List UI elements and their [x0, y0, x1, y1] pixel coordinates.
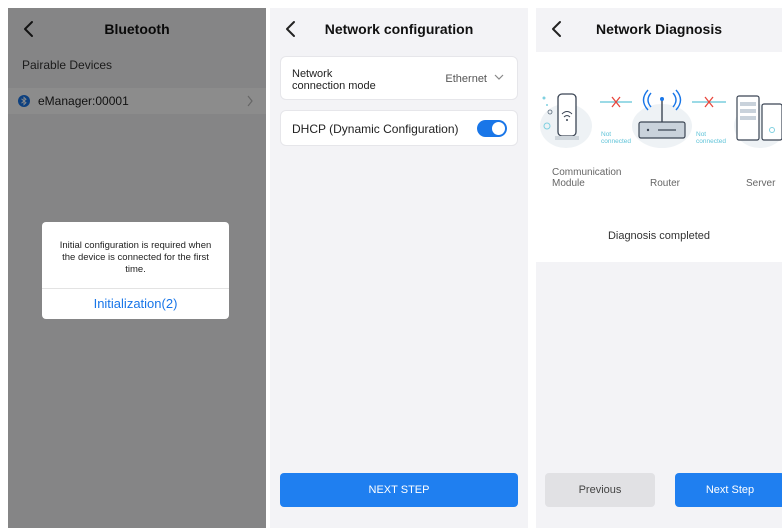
- network-configuration-screen: Network configuration Network connection…: [270, 8, 528, 528]
- topology-diagram: [540, 89, 782, 148]
- back-chevron-icon[interactable]: [546, 17, 568, 41]
- next-step-button[interactable]: NEXT STEP: [280, 473, 518, 507]
- node-label-router: Router: [650, 178, 681, 189]
- dhcp-row: DHCP (Dynamic Configuration): [280, 110, 518, 146]
- dialog-message: Initial configuration is required when t…: [59, 240, 212, 275]
- next-step-button[interactable]: Next Step: [675, 473, 782, 507]
- network-diagnosis-screen: Network Diagnosis Not connected Not conn…: [536, 8, 782, 528]
- dhcp-toggle[interactable]: [477, 120, 507, 137]
- router-icon: [632, 89, 692, 148]
- chevron-down-icon: [494, 74, 504, 80]
- diagnosis-status: Diagnosis completed: [607, 230, 711, 242]
- node-label-server: Server: [746, 178, 776, 189]
- dhcp-label: DHCP (Dynamic Configuration): [292, 122, 459, 136]
- broken-link-icon: [600, 96, 632, 108]
- connection-mode-select[interactable]: Network connection mode Ethernet: [280, 56, 518, 100]
- connection-mode-label: Network connection mode: [292, 68, 376, 92]
- link2-status: Not connected: [696, 131, 726, 145]
- node-label-module: Communication Module: [552, 167, 622, 189]
- initialization-dialog: Initial configuration is required when t…: [42, 222, 229, 319]
- connection-mode-value: Ethernet: [445, 73, 487, 85]
- page-title: Network Diagnosis: [595, 21, 723, 37]
- broken-link-icon: [692, 96, 726, 108]
- initialization-button[interactable]: Initialization(2): [42, 289, 229, 319]
- network-diagnosis-header: Network Diagnosis: [536, 8, 782, 50]
- back-chevron-icon[interactable]: [280, 17, 302, 41]
- network-config-header: Network configuration: [270, 8, 528, 50]
- bluetooth-screen: Bluetooth Pairable Devices eManager:0000…: [8, 8, 266, 528]
- link1-status: Not connected: [601, 131, 631, 145]
- wifi-module-icon: [540, 93, 592, 148]
- previous-button[interactable]: Previous: [545, 473, 655, 507]
- diagnosis-diagram: Not connected Not connected Communicatio…: [536, 52, 782, 262]
- page-title: Network configuration: [324, 21, 474, 37]
- server-icon: [734, 95, 782, 148]
